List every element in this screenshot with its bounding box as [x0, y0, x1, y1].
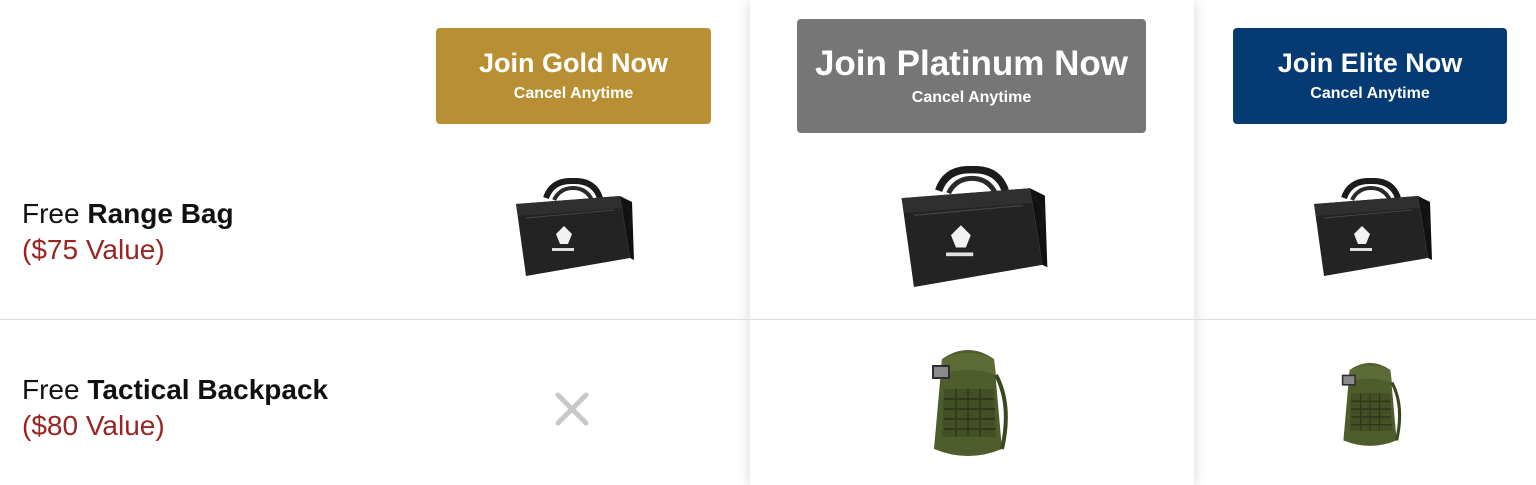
row-value: ($80 Value)	[22, 410, 165, 441]
join-gold-sublabel: Cancel Anytime	[513, 84, 634, 102]
row-prefix: Free	[22, 374, 80, 405]
row-name: Tactical Backpack	[87, 374, 329, 405]
range-bag-image	[1314, 178, 1432, 276]
row-title: Free Range Bag	[22, 196, 234, 232]
join-gold-label: Join Gold Now	[479, 48, 668, 79]
join-elite-label: Join Elite Now	[1277, 48, 1463, 79]
row-tactical-backpack-label: Free Tactical Backpack ($80 Value)	[22, 372, 328, 444]
row-prefix: Free	[22, 198, 80, 229]
tactical-backpack-image	[932, 350, 1008, 456]
x-icon	[555, 392, 589, 426]
join-elite-button[interactable]: Join Elite Now Cancel Anytime	[1233, 28, 1507, 124]
row-title: Free Tactical Backpack	[22, 372, 328, 408]
join-elite-sublabel: Cancel Anytime	[1310, 84, 1430, 102]
row-value: ($75 Value)	[22, 234, 165, 265]
range-bag-image	[901, 166, 1048, 288]
join-platinum-button[interactable]: Join Platinum Now Cancel Anytime	[797, 19, 1146, 133]
row-name: Range Bag	[87, 198, 234, 229]
row-range-bag-label: Free Range Bag ($75 Value)	[22, 196, 234, 268]
join-platinum-label: Join Platinum Now	[814, 43, 1129, 83]
join-platinum-sublabel: Cancel Anytime	[911, 89, 1032, 107]
tactical-backpack-image	[1341, 362, 1402, 446]
range-bag-image	[516, 178, 634, 276]
join-gold-button[interactable]: Join Gold Now Cancel Anytime	[436, 28, 711, 124]
row-divider	[0, 319, 1536, 320]
